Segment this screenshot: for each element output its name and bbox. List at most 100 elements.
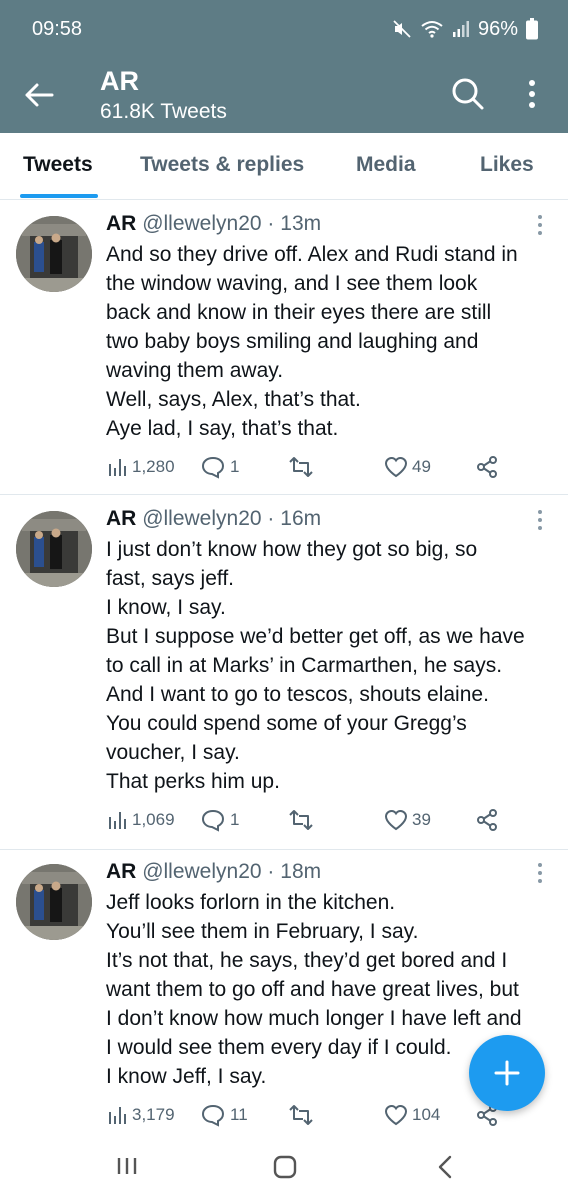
plus-icon: [494, 1060, 520, 1086]
views-button[interactable]: 1,069: [106, 805, 175, 835]
tweet[interactable]: AR @llewelyn20 · 13m And so they drive o…: [0, 200, 568, 495]
tweet-line: I just don’t know how they got so big, s…: [106, 538, 478, 561]
tweet-line: back and know in their eyes there are st…: [106, 301, 492, 324]
reply-count: 11: [230, 1105, 248, 1124]
reply-button[interactable]: 1: [200, 452, 239, 482]
share-button[interactable]: [476, 452, 498, 482]
analytics-icon: [109, 459, 126, 476]
author-handle[interactable]: @llewelyn20: [142, 212, 261, 235]
share-icon: [477, 809, 497, 831]
tweet-text: I just don’t know how they got so big, s…: [106, 535, 556, 796]
like-count: 104: [412, 1105, 441, 1124]
profile-title: AR: [100, 66, 139, 96]
reply-icon: [201, 456, 225, 479]
reply-button[interactable]: 1: [200, 805, 239, 835]
tab-likes[interactable]: Likes: [480, 153, 534, 177]
retweet-icon: [289, 457, 313, 477]
retweet-icon: [289, 1105, 313, 1125]
heart-icon: [384, 809, 408, 831]
active-tab-indicator: [20, 194, 98, 198]
retweet-icon: [289, 810, 313, 830]
tab-tweets-replies[interactable]: Tweets & replies: [140, 153, 304, 177]
analytics-icon: [109, 812, 126, 829]
tweet-line: waving them away.: [106, 359, 284, 382]
author-name[interactable]: AR: [106, 860, 136, 883]
profile-header: AR 61.8K Tweets: [0, 62, 568, 132]
author-handle[interactable]: @llewelyn20: [142, 507, 261, 530]
views-count: 1,069: [132, 810, 175, 829]
reply-icon: [201, 809, 225, 832]
reply-count: 1: [230, 810, 240, 829]
tweet-line: Well, says, Alex, that’s that.: [106, 388, 361, 411]
tweet-actions: 1,280 1 49: [106, 452, 526, 482]
profile-header-bar: 09:58 96% AR 61.8K Tweets: [0, 0, 568, 133]
recent-apps-icon[interactable]: [115, 1154, 139, 1178]
like-button[interactable]: 39: [384, 805, 431, 835]
tweet-time[interactable]: 18m: [280, 860, 321, 883]
views-count: 1,280: [132, 457, 175, 476]
tweet-more-icon[interactable]: [534, 214, 546, 236]
heart-icon: [384, 1104, 408, 1126]
home-icon[interactable]: [272, 1154, 298, 1180]
reply-icon: [201, 1104, 225, 1127]
reply-button[interactable]: 11: [200, 1100, 248, 1130]
signal-icon: [452, 21, 469, 37]
tweet-more-icon[interactable]: [534, 862, 546, 884]
more-options-icon[interactable]: [520, 76, 544, 112]
tweet-line: to call in at Marks’ in Carmarthen, he s…: [106, 654, 503, 677]
author-handle[interactable]: @llewelyn20: [142, 860, 261, 883]
tweet-line: You’ll see them in February, I say.: [106, 920, 419, 943]
battery-icon: [526, 18, 538, 40]
tweet-header: AR @llewelyn20 · 16m: [106, 507, 321, 531]
compose-tweet-button[interactable]: [469, 1035, 545, 1111]
time-separator: ·: [267, 212, 275, 235]
author-name[interactable]: AR: [106, 212, 136, 235]
tweet-line: That perks him up.: [106, 770, 280, 793]
tab-media[interactable]: Media: [356, 153, 416, 177]
retweet-button[interactable]: [288, 452, 318, 482]
author-name[interactable]: AR: [106, 507, 136, 530]
time-separator: ·: [267, 860, 275, 883]
status-time: 09:58: [32, 17, 83, 40]
tweet-time[interactable]: 16m: [280, 507, 321, 530]
tweet-line: fast, says jeff.: [106, 567, 234, 590]
like-button[interactable]: 104: [384, 1100, 440, 1130]
tweet-line: I know, I say.: [106, 596, 226, 619]
like-count: 39: [412, 810, 431, 829]
tweet[interactable]: AR @llewelyn20 · 16m I just don’t know h…: [0, 495, 568, 850]
tab-tweets[interactable]: Tweets: [23, 153, 93, 177]
tweet-actions: 3,179 11 104: [106, 1100, 526, 1130]
views-button[interactable]: 1,280: [106, 452, 175, 482]
profile-tabs: Tweets Tweets & replies Media Likes: [0, 133, 568, 200]
back-arrow-icon[interactable]: [22, 78, 56, 112]
tweet-time[interactable]: 13m: [280, 212, 321, 235]
mute-icon: [393, 20, 411, 38]
avatar[interactable]: [16, 216, 92, 292]
avatar[interactable]: [16, 511, 92, 587]
views-count: 3,179: [132, 1105, 175, 1124]
retweet-button[interactable]: [288, 1100, 318, 1130]
tweet-line: I don’t know how much longer I have left…: [106, 1007, 522, 1030]
tweet-line: Jeff looks forlorn in the kitchen.: [106, 891, 396, 914]
tweet-actions: 1,069 1 39: [106, 805, 526, 835]
tweet-line: And I want to go to tescos, shouts elain…: [106, 683, 489, 706]
tweet-text: And so they drive off. Alex and Rudi sta…: [106, 240, 556, 443]
tweet-more-icon[interactable]: [534, 509, 546, 531]
views-button[interactable]: 3,179: [106, 1100, 175, 1130]
avatar[interactable]: [16, 864, 92, 940]
time-separator: ·: [267, 507, 275, 530]
reply-count: 1: [230, 457, 240, 476]
battery-percent: 96%: [477, 17, 518, 40]
search-icon[interactable]: [450, 76, 486, 112]
heart-icon: [384, 456, 408, 478]
share-button[interactable]: [476, 805, 498, 835]
status-bar: 09:58 96%: [0, 0, 568, 58]
tweet-count: 61.8K Tweets: [100, 100, 227, 123]
tweet-header: AR @llewelyn20 · 13m: [106, 212, 321, 236]
like-button[interactable]: 49: [384, 452, 431, 482]
tweet-line: two baby boys smiling and laughing and: [106, 330, 479, 353]
retweet-button[interactable]: [288, 805, 318, 835]
back-icon[interactable]: [435, 1154, 455, 1180]
tweet-line: want them to go off and have great lives…: [106, 978, 519, 1001]
wifi-icon: [421, 21, 443, 38]
